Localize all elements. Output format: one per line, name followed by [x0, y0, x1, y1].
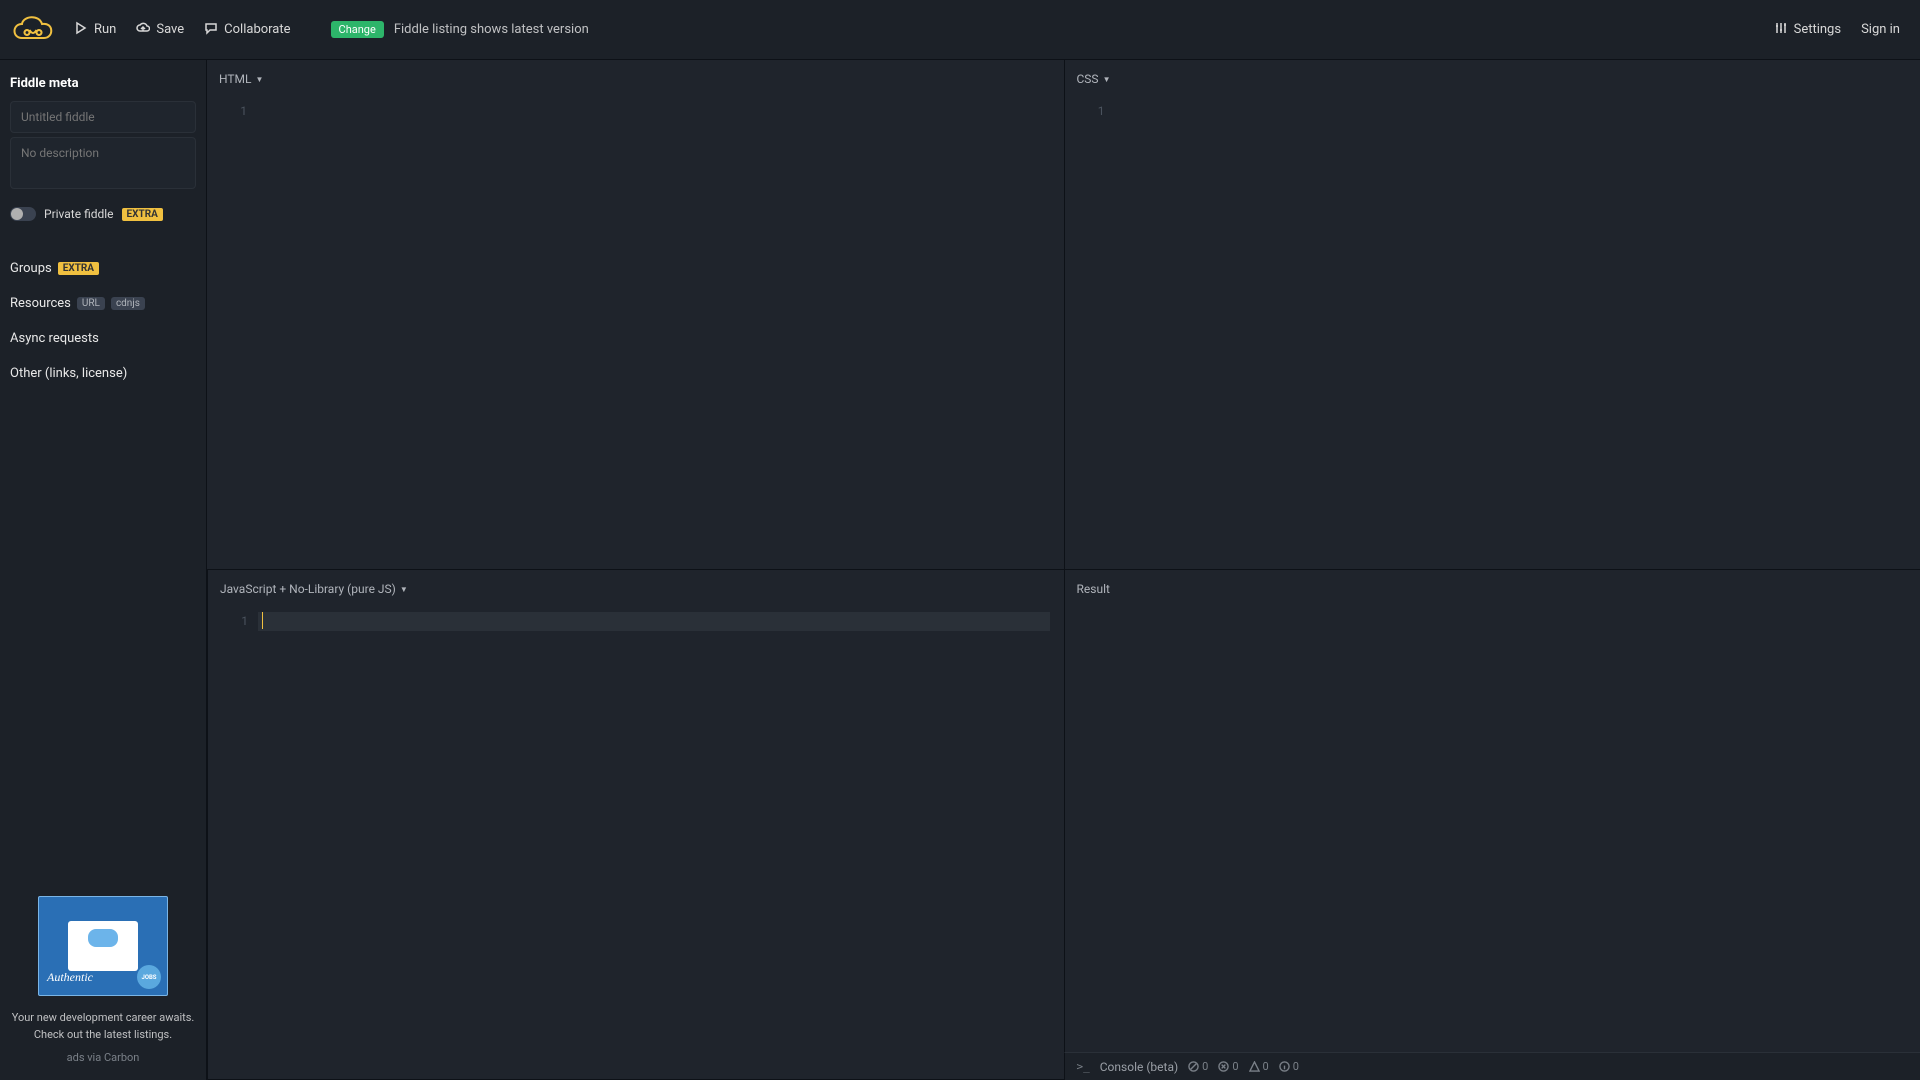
text-cursor — [262, 612, 263, 629]
resources-label: Resources — [10, 296, 71, 311]
pane-result: Result — [1064, 570, 1920, 1080]
console-label: Console (beta) — [1100, 1060, 1178, 1074]
groups-label: Groups — [10, 261, 52, 276]
url-badge: URL — [77, 297, 105, 310]
console-warn-count: 0 — [1249, 1060, 1269, 1073]
sidebar-item-groups[interactable]: Groups EXTRA — [10, 251, 196, 286]
pane-title-html: HTML — [219, 72, 252, 86]
topbar: Run Save Collaborate Change Fiddle listi… — [0, 0, 1920, 60]
save-label: Save — [156, 22, 184, 37]
chat-icon — [204, 21, 218, 39]
sidebar: Fiddle meta Private fiddle EXTRA Groups … — [0, 60, 207, 1080]
ad-image: Authentic JOBS — [38, 896, 168, 996]
extra-badge: EXTRA — [122, 208, 163, 221]
private-label: Private fiddle — [44, 207, 114, 221]
gutter: 1 — [1065, 98, 1115, 569]
pane-html: HTML ▼ 1 — [207, 60, 1064, 570]
logo[interactable] — [10, 7, 56, 53]
gutter: 1 — [207, 98, 257, 569]
caret-down-icon: ▼ — [1103, 75, 1111, 84]
extra-badge: EXTRA — [58, 262, 99, 275]
main: Fiddle meta Private fiddle EXTRA Groups … — [0, 60, 1920, 1080]
code-editor-js[interactable]: 1 — [208, 608, 1064, 1079]
cdnjs-badge: cdnjs — [111, 297, 145, 310]
collaborate-label: Collaborate — [224, 22, 290, 37]
pane-header-css[interactable]: CSS ▼ — [1065, 60, 1920, 98]
sidebar-item-other[interactable]: Other (links, license) — [10, 356, 196, 391]
result-output — [1065, 608, 1920, 1079]
cloud-up-icon — [136, 21, 150, 39]
pane-header-result: Result — [1065, 570, 1920, 608]
console-ban-count: 0 — [1188, 1060, 1208, 1073]
collaborate-button[interactable]: Collaborate — [194, 18, 300, 42]
fiddle-title-input[interactable] — [10, 101, 196, 133]
code-editor-html[interactable]: 1 — [207, 98, 1064, 569]
run-label: Run — [94, 22, 116, 37]
ad-attribution[interactable]: ads via Carbon — [10, 1051, 196, 1064]
sidebar-item-resources[interactable]: Resources URL cdnjs — [10, 286, 196, 321]
private-toggle[interactable] — [10, 207, 36, 221]
change-text[interactable]: Fiddle listing shows latest version — [394, 22, 589, 37]
caret-down-icon: ▼ — [400, 585, 408, 594]
console-prompt-icon: >_ — [1077, 1060, 1090, 1073]
change-badge[interactable]: Change — [331, 21, 384, 38]
sliders-icon — [1774, 21, 1788, 39]
pane-title-js: JavaScript + No-Library (pure JS) — [220, 582, 396, 596]
play-icon — [74, 21, 88, 39]
ad-text: Your new development career awaits. Chec… — [10, 1010, 196, 1043]
sidebar-nav: Groups EXTRA Resources URL cdnjs Async r… — [10, 251, 196, 391]
line-number: 1 — [207, 104, 247, 118]
pane-header-js[interactable]: JavaScript + No-Library (pure JS) ▼ — [208, 570, 1064, 608]
line-number: 1 — [208, 614, 248, 628]
console-error-count: 0 — [1218, 1060, 1238, 1073]
ad-jobs-badge: JOBS — [137, 965, 161, 989]
fiddle-description-input[interactable] — [10, 137, 196, 189]
signin-link[interactable]: Sign in — [1851, 22, 1910, 37]
pane-title-result: Result — [1077, 582, 1110, 596]
settings-button[interactable]: Settings — [1764, 18, 1851, 42]
sidebar-item-async[interactable]: Async requests — [10, 321, 196, 356]
private-toggle-row: Private fiddle EXTRA — [10, 203, 196, 231]
pane-css: CSS ▼ 1 — [1064, 60, 1920, 570]
ad-brand: Authentic — [47, 970, 93, 985]
console-bar[interactable]: >_ Console (beta) 0 0 0 0 — [1064, 1052, 1920, 1080]
gutter: 1 — [208, 608, 258, 1079]
caret-down-icon: ▼ — [256, 75, 264, 84]
editor-grid: HTML ▼ 1 CSS ▼ 1 JavaScript + No-Library… — [207, 60, 1920, 1080]
run-button[interactable]: Run — [64, 18, 126, 42]
fiddle-meta-heading: Fiddle meta — [10, 72, 196, 101]
save-button[interactable]: Save — [126, 18, 194, 42]
line-number: 1 — [1065, 104, 1105, 118]
pane-js: JavaScript + No-Library (pure JS) ▼ 1 — [207, 570, 1064, 1080]
pane-header-html[interactable]: HTML ▼ — [207, 60, 1064, 98]
console-info-count: 0 — [1279, 1060, 1299, 1073]
ad-block[interactable]: Authentic JOBS Your new development care… — [0, 880, 206, 1080]
settings-label: Settings — [1794, 22, 1841, 37]
pane-title-css: CSS — [1077, 72, 1099, 86]
code-editor-css[interactable]: 1 — [1065, 98, 1920, 569]
